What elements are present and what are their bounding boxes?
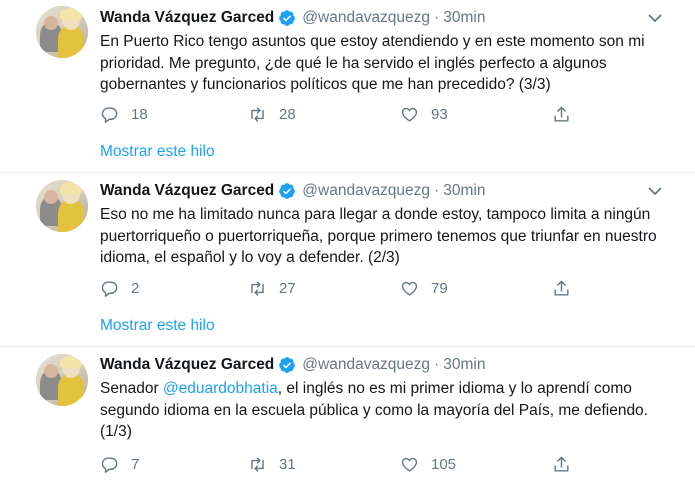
retweet-count: 31 (279, 456, 296, 473)
like-count: 105 (431, 456, 457, 473)
reply-count: 2 (131, 280, 140, 297)
share-button[interactable] (552, 455, 583, 474)
tweet-actions: 2 27 79 (100, 279, 580, 299)
tweet-text: Eso no me ha limitado nunca para llegar … (100, 206, 657, 266)
reply-button[interactable]: 7 (100, 455, 139, 474)
reply-count: 7 (131, 456, 140, 473)
avatar[interactable] (36, 354, 88, 406)
author-name[interactable]: Wanda Vázquez Garced (100, 9, 274, 27)
mention-link[interactable]: @eduardobhatia (163, 380, 278, 397)
share-button[interactable] (552, 105, 583, 124)
tweet-actions: 7 31 105 (100, 455, 580, 475)
avatar[interactable] (36, 180, 88, 232)
tweet-3[interactable]: Wanda Vázquez Garced @wandavazquezg · 30… (0, 348, 695, 490)
retweet-icon (251, 457, 264, 472)
retweet-count: 27 (279, 280, 296, 297)
show-thread-link[interactable]: Mostrar este hilo (100, 143, 215, 161)
share-icon (554, 280, 569, 296)
reply-button[interactable]: 18 (100, 105, 148, 124)
chevron-down-icon[interactable] (647, 183, 663, 199)
author-name[interactable]: Wanda Vázquez Garced (100, 182, 274, 200)
reply-icon (101, 281, 118, 298)
author-handle[interactable]: @wandavazquezg (302, 356, 430, 374)
tweet-header: Wanda Vázquez Garced @wandavazquezg · 30… (100, 180, 485, 202)
tweet-text: Senador @eduardobhatia, el inglés no es … (100, 380, 648, 440)
author-handle[interactable]: @wandavazquezg (302, 182, 430, 200)
retweet-button[interactable]: 31 (248, 455, 296, 474)
separator-dot: · (434, 9, 440, 26)
reply-icon (101, 457, 118, 474)
share-icon (554, 106, 569, 122)
verified-badge-icon (278, 9, 296, 27)
reply-count: 18 (131, 106, 148, 123)
like-count: 79 (431, 280, 448, 297)
tweet-1[interactable]: Wanda Vázquez Garced @wandavazquezg · 30… (0, 0, 695, 173)
retweet-count: 28 (279, 106, 296, 123)
author-handle[interactable]: @wandavazquezg (302, 9, 430, 27)
retweet-icon (251, 107, 264, 122)
tweet-header: Wanda Vázquez Garced @wandavazquezg · 30… (100, 354, 485, 376)
separator-dot: · (434, 356, 440, 373)
retweet-button[interactable]: 27 (248, 279, 296, 298)
like-icon (401, 281, 418, 296)
separator-dot: · (434, 182, 440, 199)
tweet-actions: 18 28 93 (100, 105, 580, 125)
chevron-down-icon[interactable] (647, 10, 663, 26)
like-button[interactable]: 79 (400, 279, 448, 298)
share-button[interactable] (552, 279, 583, 298)
like-button[interactable]: 105 (400, 455, 456, 474)
tweet-2[interactable]: Wanda Vázquez Garced @wandavazquezg · 30… (0, 174, 695, 347)
retweet-button[interactable]: 28 (248, 105, 296, 124)
tweet-header: Wanda Vázquez Garced @wandavazquezg · 30… (100, 7, 485, 29)
author-name[interactable]: Wanda Vázquez Garced (100, 356, 274, 374)
like-button[interactable]: 93 (400, 105, 448, 124)
tweet-timestamp[interactable]: 30min (443, 182, 485, 200)
reply-button[interactable]: 2 (100, 279, 139, 298)
like-icon (401, 107, 418, 122)
reply-icon (101, 107, 118, 124)
show-thread-link[interactable]: Mostrar este hilo (100, 317, 215, 335)
like-count: 93 (431, 106, 448, 123)
verified-badge-icon (278, 356, 296, 374)
avatar[interactable] (36, 6, 88, 58)
tweet-text: En Puerto Rico tengo asuntos que estoy a… (100, 33, 645, 93)
like-icon (401, 457, 418, 472)
share-icon (554, 456, 569, 472)
tweet-timestamp[interactable]: 30min (443, 9, 485, 27)
tweet-timestamp[interactable]: 30min (443, 356, 485, 374)
retweet-icon (251, 281, 264, 296)
verified-badge-icon (278, 182, 296, 200)
